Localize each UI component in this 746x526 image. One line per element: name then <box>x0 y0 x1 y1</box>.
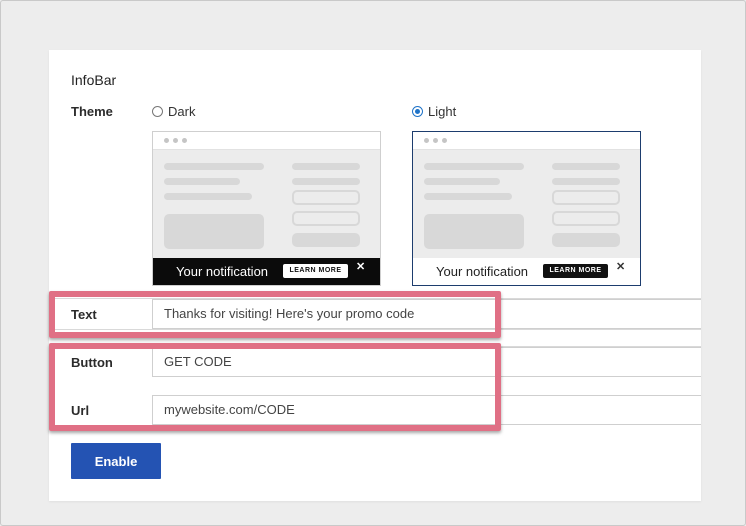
theme-label: Theme <box>71 104 113 119</box>
placeholder-line <box>292 178 360 185</box>
placeholder-line <box>164 178 240 185</box>
preview-learn-more-button: LEARN MORE <box>283 264 348 278</box>
window-dot-icon <box>433 138 438 143</box>
preview-browser-bar <box>413 132 640 150</box>
window-dot-icon <box>173 138 178 143</box>
preview-notification-text: Your notification <box>176 264 269 279</box>
window-dot-icon <box>164 138 169 143</box>
placeholder-field <box>292 211 360 226</box>
theme-option-light-label: Light <box>428 104 457 119</box>
window-dot-icon <box>442 138 447 143</box>
theme-preview-light[interactable]: Your notification LEARN MORE ✕ <box>412 131 641 286</box>
theme-option-light[interactable]: Light <box>412 104 456 119</box>
placeholder-line <box>164 163 264 170</box>
url-input[interactable]: mywebsite.com/CODE <box>152 395 701 425</box>
placeholder-line <box>552 163 620 170</box>
text-field-label: Text <box>71 307 97 322</box>
placeholder-button <box>292 233 360 247</box>
placeholder-line <box>424 163 524 170</box>
text-input[interactable]: Thanks for visiting! Here's your promo c… <box>152 299 701 329</box>
theme-option-dark-label: Dark <box>168 104 196 119</box>
placeholder-line <box>552 178 620 185</box>
infobar-settings-card: InfoBar Theme Dark Light Your notificati… <box>49 50 701 501</box>
window-dot-icon <box>182 138 187 143</box>
theme-option-dark[interactable]: Dark <box>152 104 195 119</box>
preview-notification-text: Your notification <box>436 264 529 279</box>
placeholder-button <box>552 233 620 247</box>
placeholder-field <box>552 190 620 205</box>
radio-light-icon[interactable] <box>412 106 423 117</box>
row-divider <box>49 329 701 330</box>
preview-notification-bar-dark: Your notification LEARN MORE ✕ <box>153 258 380 285</box>
close-icon: ✕ <box>616 261 626 273</box>
placeholder-block <box>424 214 524 249</box>
placeholder-line <box>292 163 360 170</box>
close-icon: ✕ <box>356 261 366 273</box>
preview-notification-bar-light: Your notification LEARN MORE ✕ <box>413 258 640 285</box>
preview-learn-more-button: LEARN MORE <box>543 264 608 278</box>
window-dot-icon <box>424 138 429 143</box>
placeholder-field <box>292 190 360 205</box>
enable-button[interactable]: Enable <box>71 443 161 479</box>
url-field-label: Url <box>71 403 90 418</box>
placeholder-line <box>164 193 252 200</box>
radio-dark-icon[interactable] <box>152 106 163 117</box>
card-title: InfoBar <box>71 72 117 88</box>
placeholder-block <box>164 214 264 249</box>
button-field-label: Button <box>71 355 113 370</box>
theme-preview-dark[interactable]: Your notification LEARN MORE ✕ <box>152 131 381 286</box>
placeholder-line <box>424 193 512 200</box>
placeholder-field <box>552 211 620 226</box>
button-text-input[interactable]: GET CODE <box>152 347 701 377</box>
placeholder-line <box>424 178 500 185</box>
preview-browser-bar <box>153 132 380 150</box>
